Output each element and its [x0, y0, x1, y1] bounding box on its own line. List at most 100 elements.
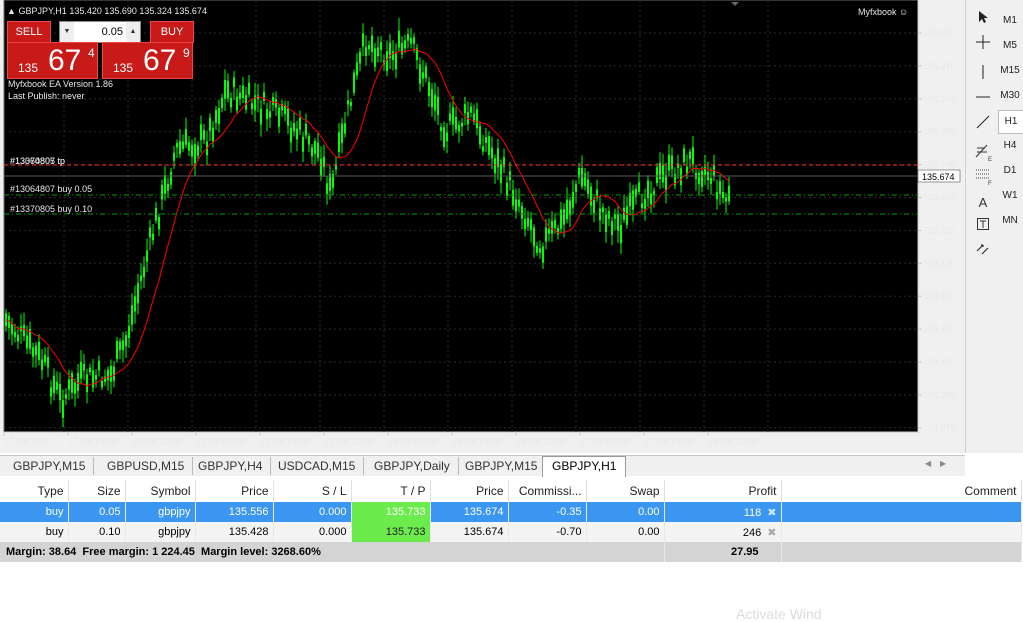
volume-up-icon[interactable]: ▲	[126, 22, 140, 42]
timeframe-m1[interactable]: M1	[998, 10, 1022, 32]
candle-body	[434, 94, 436, 111]
candle-body	[329, 174, 331, 191]
price-label: 135.535	[923, 193, 956, 203]
table-row[interactable]: buy 0.05 gbpjpy 135.556 0.000 135.733 135.674 -…	[0, 502, 1022, 522]
time-label: 27 Jul 19:00	[644, 436, 693, 446]
candle-body	[560, 209, 562, 229]
volume-down-icon[interactable]: ▼	[60, 22, 74, 42]
channel-icon[interactable]: F	[970, 167, 996, 189]
buy-price-prefix: 135	[113, 61, 134, 75]
buy-button[interactable]: BUY	[150, 21, 194, 43]
collapse-arrow-icon[interactable]: ▲	[7, 6, 16, 16]
cell-size: 0.05	[68, 502, 126, 522]
column-header[interactable]: Comment	[781, 480, 1022, 502]
close-position-icon[interactable]: ✖	[767, 527, 776, 539]
timeframe-mn[interactable]: MN	[998, 210, 1022, 232]
current-price-label: 135.674	[922, 172, 955, 182]
volume-field[interactable]: ▼ 0.05 ▲	[59, 21, 141, 43]
tp-line-label-2: #13370805 tp	[10, 156, 66, 166]
cell-type-value: buy	[45, 526, 64, 538]
chart-tab[interactable]: GBPJPY,M15	[457, 457, 547, 475]
chart-symbol-title: GBPJPY,H1	[18, 6, 67, 16]
chart-tab[interactable]: GBPUSD,M15	[99, 457, 194, 475]
chart-tabs-bar: GBPJPY,M15 GBPUSD,M15 GBPJPY,H4 USDCAD,M15 G…	[0, 455, 965, 477]
drawing-toolbar: E F A M1 M5 M15 M30 H1 H4 D1 W1 MN	[965, 0, 1023, 453]
candle-body	[443, 127, 445, 147]
column-header[interactable]: Swap	[586, 480, 665, 502]
tab-scroll-arrows-icon[interactable]: ◀ ▶	[925, 459, 946, 468]
column-header[interactable]: Profit	[664, 480, 782, 502]
chart-tab[interactable]: GBPJPY,Daily	[366, 457, 459, 475]
price-label: 134.910	[923, 291, 956, 301]
cell-price: 135.428	[195, 522, 274, 542]
sell-price-button[interactable]: 135 67 4	[7, 42, 98, 79]
cursor-icon[interactable]	[970, 10, 996, 32]
close-position-icon[interactable]: ✖	[767, 507, 776, 519]
column-header[interactable]: T / P	[351, 480, 431, 502]
tp-line-label: #13064807 tp #13370805 tp	[10, 156, 65, 166]
candle-body	[317, 142, 319, 158]
time-label: 23 Jul 19:00	[452, 436, 501, 446]
candle-body	[428, 81, 430, 97]
cell-size-value: 0.10	[99, 526, 121, 538]
candle-body	[458, 124, 460, 132]
activation-watermark: Activate Wind	[736, 606, 822, 622]
text-icon[interactable]: A	[970, 192, 996, 214]
candle-body	[407, 34, 409, 41]
candle-body	[134, 296, 136, 312]
timeframe-m5[interactable]: M5	[998, 35, 1022, 57]
trendline-icon[interactable]	[970, 115, 996, 137]
chart-window[interactable]: 136.580 136.370 136.160 135.955 135.745 135.5…	[0, 0, 965, 453]
timeframe-w1[interactable]: W1	[998, 185, 1022, 207]
candle-body	[671, 155, 673, 169]
candle-body	[149, 227, 151, 238]
candle-body	[659, 162, 661, 180]
column-header[interactable]: Price	[195, 480, 274, 502]
buy-price-sup: 9	[183, 46, 190, 60]
horizontal-line-icon[interactable]	[970, 90, 996, 112]
candle-body	[125, 335, 127, 347]
column-header[interactable]: Type	[0, 480, 69, 502]
candle-body	[614, 214, 616, 219]
timeframe-m30[interactable]: M30	[998, 85, 1022, 107]
column-header[interactable]: Size	[68, 480, 126, 502]
candle-body	[245, 94, 247, 110]
candle-body	[203, 130, 205, 140]
cell-profit-value: 246	[742, 526, 762, 539]
column-header[interactable]: S / L	[273, 480, 352, 502]
price-label: 135.120	[923, 258, 956, 268]
vertical-line-icon[interactable]	[970, 65, 996, 87]
arrows-icon[interactable]	[970, 242, 996, 264]
timeframe-h1[interactable]: H1	[998, 110, 1023, 134]
candle-body	[584, 173, 586, 187]
crosshair-icon[interactable]	[970, 35, 996, 57]
candle-body	[269, 111, 271, 118]
fibonacci-icon[interactable]: E	[970, 143, 996, 165]
label-icon[interactable]	[970, 217, 996, 239]
candle-body	[251, 103, 253, 109]
table-row[interactable]: buy 0.10 gbpjpy 135.428 0.000 135.733 135.674 -…	[0, 522, 1022, 542]
column-header[interactable]: Commissi...	[508, 480, 587, 502]
buy-price-button[interactable]: 135 67 9	[102, 42, 193, 79]
column-header[interactable]: Price	[430, 480, 509, 502]
volume-value[interactable]: 0.05	[74, 22, 126, 42]
candle-body	[95, 374, 97, 380]
chart-tab[interactable]: USDCAD,M15	[270, 457, 365, 475]
candle-body	[494, 158, 496, 174]
candle-body	[356, 62, 358, 76]
cell-tp: 135.733	[351, 522, 431, 542]
chart-tab[interactable]: GBPJPY,H1	[542, 456, 627, 477]
column-header[interactable]: Symbol	[125, 480, 196, 502]
buy-price-main: 67	[143, 44, 177, 77]
candle-body	[338, 132, 340, 152]
timeframe-h4[interactable]: H4	[998, 135, 1022, 157]
candle-body	[152, 233, 154, 241]
candle-body	[77, 372, 79, 391]
sell-button[interactable]: SELL	[7, 21, 51, 43]
chart-tab[interactable]: GBPJPY,M15	[5, 457, 95, 475]
timeframe-d1[interactable]: D1	[998, 160, 1022, 182]
cell-commission: -0.35	[508, 502, 587, 522]
chart-tab[interactable]: GBPJPY,H4	[190, 457, 272, 475]
timeframe-m15[interactable]: M15	[998, 60, 1022, 82]
candle-body	[347, 100, 349, 105]
